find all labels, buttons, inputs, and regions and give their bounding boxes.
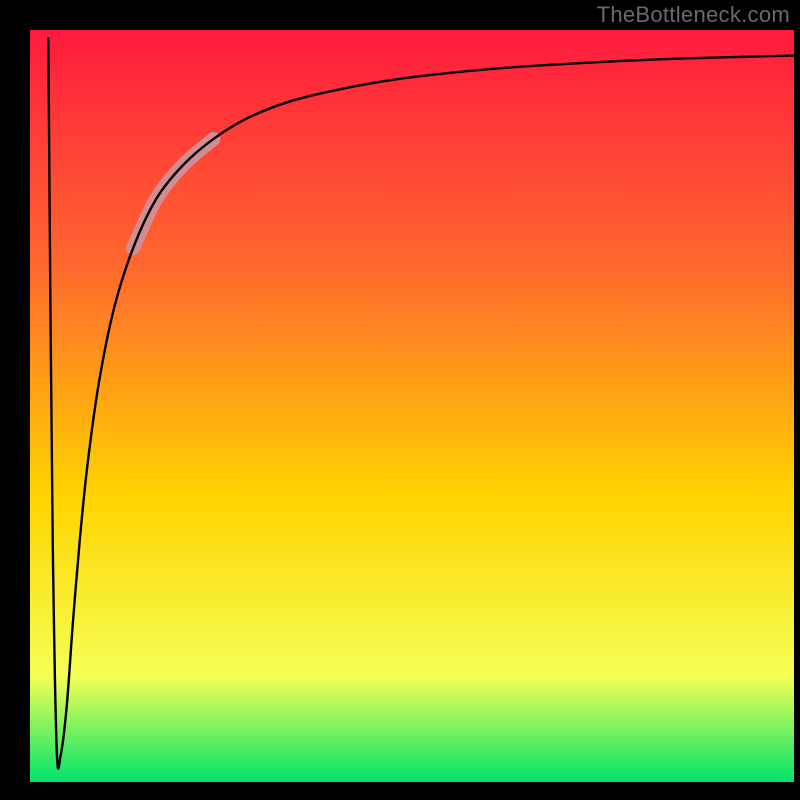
frame-bottom [0,782,800,800]
watermark-text: TheBottleneck.com [597,2,790,28]
chart-root: TheBottleneck.com [0,0,800,800]
frame-right [794,0,800,800]
chart-svg [0,0,800,800]
frame-left [0,0,30,800]
plot-background [30,30,794,782]
